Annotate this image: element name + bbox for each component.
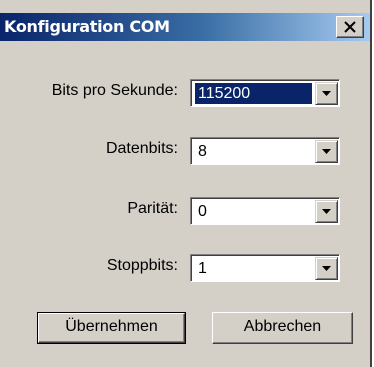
baud-label: Bits pro Sekunde: <box>51 82 178 99</box>
close-icon <box>344 21 356 33</box>
stopbits-label: Stoppbits: <box>106 257 178 274</box>
baud-select[interactable]: 115200 <box>190 79 340 107</box>
parity-label: Parität: <box>127 200 178 217</box>
config-dialog: Konfiguration COM Bits pro Sekunde: 1152… <box>0 0 370 367</box>
apply-button-label: Übernehmen <box>65 318 158 335</box>
parity-select[interactable]: 0 <box>190 197 340 225</box>
close-button[interactable] <box>336 16 364 38</box>
cancel-button[interactable]: Abbrechen <box>212 312 353 344</box>
parity-value: 0 <box>198 203 207 220</box>
databits-select[interactable]: 8 <box>190 137 340 165</box>
databits-dropdown-button[interactable] <box>315 140 338 163</box>
databits-value: 8 <box>198 143 207 160</box>
parity-dropdown-button[interactable] <box>315 200 338 223</box>
window-border <box>370 0 372 367</box>
chevron-down-icon <box>322 91 331 96</box>
databits-label: Datenbits: <box>105 140 178 157</box>
cancel-button-label: Abbrechen <box>243 318 322 335</box>
chevron-down-icon <box>322 149 331 154</box>
chevron-down-icon <box>322 209 331 214</box>
stopbits-dropdown-button[interactable] <box>315 257 338 280</box>
stopbits-select[interactable]: 1 <box>190 254 340 282</box>
title-bar[interactable]: Konfiguration COM <box>0 13 370 41</box>
dialog-title: Konfiguration COM <box>4 17 170 36</box>
stopbits-value: 1 <box>198 260 207 277</box>
chevron-down-icon <box>322 266 331 271</box>
baud-dropdown-button[interactable] <box>315 82 338 105</box>
baud-value: 115200 <box>195 83 312 104</box>
apply-button[interactable]: Übernehmen <box>37 312 186 344</box>
